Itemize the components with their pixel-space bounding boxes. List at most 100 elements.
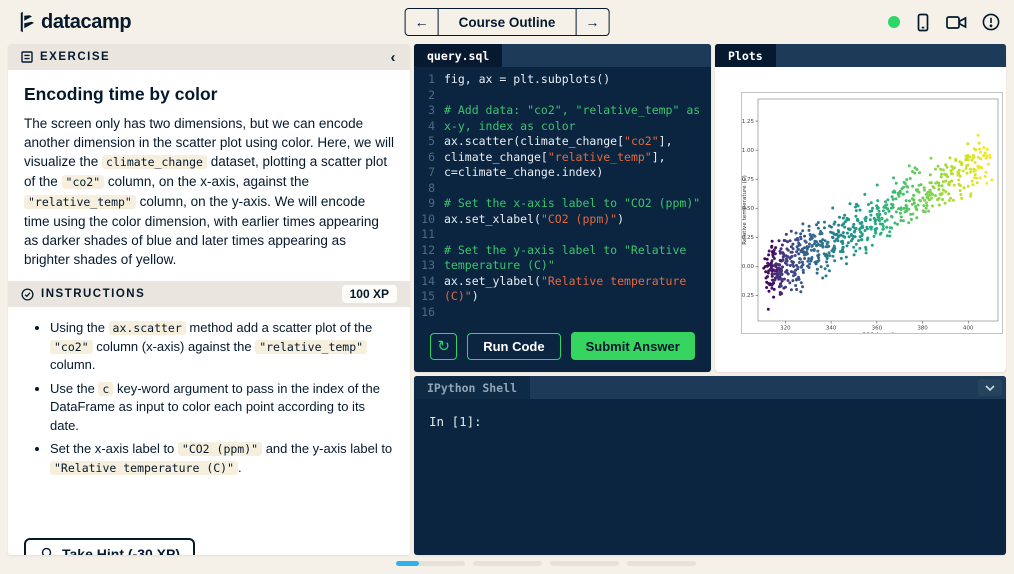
editor-tab-bar: query.sql xyxy=(414,44,711,67)
line-number: 8 xyxy=(428,180,435,195)
mobile-device-icon[interactable] xyxy=(915,13,931,32)
line-number: 14 xyxy=(421,273,435,288)
take-hint-label: Take Hint (-30 XP) xyxy=(62,546,180,555)
run-code-button[interactable]: Run Code xyxy=(467,332,561,360)
exercise-title: Encoding time by color xyxy=(24,84,218,104)
code-line[interactable]: 5 ax.scatter(climate_change["co2"], xyxy=(414,134,711,150)
svg-text:0.00: 0.00 xyxy=(742,264,754,270)
tab-ipython-shell[interactable]: IPython Shell xyxy=(414,376,531,399)
datacamp-logo-text: datacamp xyxy=(41,10,132,33)
inline-code: "co2" xyxy=(50,339,93,354)
line-number: 12 xyxy=(421,242,435,257)
next-exercise-button[interactable]: → xyxy=(575,9,608,35)
datacamp-logo-icon xyxy=(20,11,34,33)
svg-text:1.00: 1.00 xyxy=(742,148,754,154)
shell-console[interactable]: In [1]: xyxy=(414,399,1006,555)
code-line[interactable]: 10 ax.set_xlabel("CO2 (ppm)") xyxy=(414,212,711,228)
exercise-header: EXERCISE ‹ xyxy=(8,44,410,70)
collapse-panel-icon[interactable]: ‹ xyxy=(391,50,398,65)
reset-icon: ↻ xyxy=(437,337,450,355)
prev-exercise-button[interactable]: ← xyxy=(406,9,439,35)
line-number: 10 xyxy=(421,211,435,226)
video-camera-icon[interactable] xyxy=(946,15,967,30)
code-text: c=climate_change.index) xyxy=(444,165,604,179)
exercise-body: Encoding time by color The screen only h… xyxy=(8,84,410,555)
course-outline-button[interactable]: Course Outline xyxy=(439,9,576,35)
take-hint-button[interactable]: Take Hint (-30 XP) xyxy=(24,538,195,555)
code-line[interactable]: 3 # Add data: "co2", "relative_temp" as xyxy=(414,103,711,119)
code-line[interactable]: 8 xyxy=(414,181,711,197)
shell-tab-bar: IPython Shell xyxy=(414,376,1006,399)
code-line[interactable]: 6 climate_change["relative_temp"], xyxy=(414,150,711,166)
code-line[interactable]: 14 ax.set_ylabel("Relative temperature xyxy=(414,274,711,290)
tab-query-sql[interactable]: query.sql xyxy=(414,44,503,67)
code-line[interactable]: 11 xyxy=(414,227,711,243)
line-number: 3 xyxy=(428,103,435,117)
course-outline-nav: ← Course Outline → xyxy=(404,8,610,36)
progress-segment xyxy=(396,561,465,566)
submit-answer-button[interactable]: Submit Answer xyxy=(570,332,695,360)
code-line[interactable]: 12 # Set the y-axis label to "Relative xyxy=(414,243,711,259)
shell-prompt: In [1]: xyxy=(429,414,482,429)
progress-segment xyxy=(550,561,619,566)
code-text: climate_change["relative_temp"], xyxy=(444,149,666,164)
svg-text:340: 340 xyxy=(826,326,837,332)
lightbulb-icon xyxy=(41,547,52,555)
code-line[interactable]: 13 temperature (C)" xyxy=(414,258,711,274)
instructions-list: Using the ax.scatter method add a scatte… xyxy=(50,319,394,477)
datacamp-logo[interactable]: datacamp xyxy=(14,10,132,34)
code-text: (C)") xyxy=(444,289,479,303)
line-number: 11 xyxy=(421,227,435,241)
line-number: 4 xyxy=(428,118,435,133)
exercise-header-label: EXERCISE xyxy=(40,51,111,63)
instruction-item: Using the ax.scatter method add a scatte… xyxy=(50,319,394,375)
instructions-header-label: INSTRUCTIONS xyxy=(41,288,146,300)
line-number: 16 xyxy=(421,304,435,319)
line-number: 13 xyxy=(421,258,435,272)
tab-plots[interactable]: Plots xyxy=(715,44,776,67)
code-line[interactable]: 16 xyxy=(414,305,711,321)
progress-segment xyxy=(473,561,542,566)
line-number: 9 xyxy=(428,196,435,210)
inline-code: "Relative temperature (C)" xyxy=(50,460,239,475)
svg-text:360: 360 xyxy=(872,326,883,332)
exercise-description: The screen only has two dimensions, but … xyxy=(24,116,394,267)
code-text: ax.set_xlabel("CO2 (ppm)") xyxy=(444,211,625,226)
inline-code: "relative_temp" xyxy=(255,339,368,354)
line-number: 7 xyxy=(428,165,435,179)
line-number: 1 xyxy=(428,72,435,86)
code-line[interactable]: 9 # Set the x-axis label to "CO2 (ppm)" xyxy=(414,196,711,212)
code-line[interactable]: 15 (C)") xyxy=(414,289,711,305)
inline-code: "relative_temp" xyxy=(24,195,136,209)
report-issue-icon[interactable] xyxy=(982,13,1000,31)
top-bar-icons xyxy=(888,13,1000,32)
plots-tab-bar: Plots xyxy=(715,44,1006,67)
line-number: 5 xyxy=(428,134,435,148)
instructions-header: INSTRUCTIONS 100 XP xyxy=(8,281,410,307)
xp-badge: 100 XP xyxy=(341,285,397,303)
reset-code-button[interactable]: ↻ xyxy=(430,332,458,360)
instruction-item: Set the x-axis label to "CO2 (ppm)" and … xyxy=(50,440,394,477)
code-text: x-y, index as color xyxy=(444,118,576,133)
code-editor-panel: query.sql 1 fig, ax = plt.subplots() 2 3 # A… xyxy=(414,44,711,372)
code-line[interactable]: 7 c=climate_change.index) xyxy=(414,165,711,181)
code-line[interactable]: 1 fig, ax = plt.subplots() xyxy=(414,72,711,88)
inline-code: c xyxy=(98,381,114,396)
code-text: ax.set_ylabel("Relative temperature xyxy=(444,273,687,288)
exercise-icon xyxy=(21,51,33,63)
inline-code: "co2" xyxy=(61,175,105,189)
code-text: # Add data: "co2", "relative_temp" as xyxy=(444,103,701,117)
code-editor[interactable]: 1 fig, ax = plt.subplots() 2 3 # Add data: "… xyxy=(414,67,711,320)
x-axis-label: CO2 (ppm) xyxy=(862,332,895,333)
code-text: # Set the y-axis label to "Relative xyxy=(444,242,687,257)
shell-collapse-button[interactable] xyxy=(978,379,1002,396)
svg-text:400: 400 xyxy=(963,326,974,332)
code-text: fig, ax = plt.subplots() xyxy=(444,72,611,86)
exercise-progress-bar xyxy=(396,561,696,566)
progress-fill xyxy=(396,561,419,566)
code-line[interactable]: 4 x-y, index as color xyxy=(414,119,711,135)
code-line[interactable]: 2 xyxy=(414,88,711,104)
code-text: temperature (C)" xyxy=(444,258,555,272)
svg-text:-0.25: -0.25 xyxy=(742,293,754,299)
line-number: 6 xyxy=(428,149,435,164)
